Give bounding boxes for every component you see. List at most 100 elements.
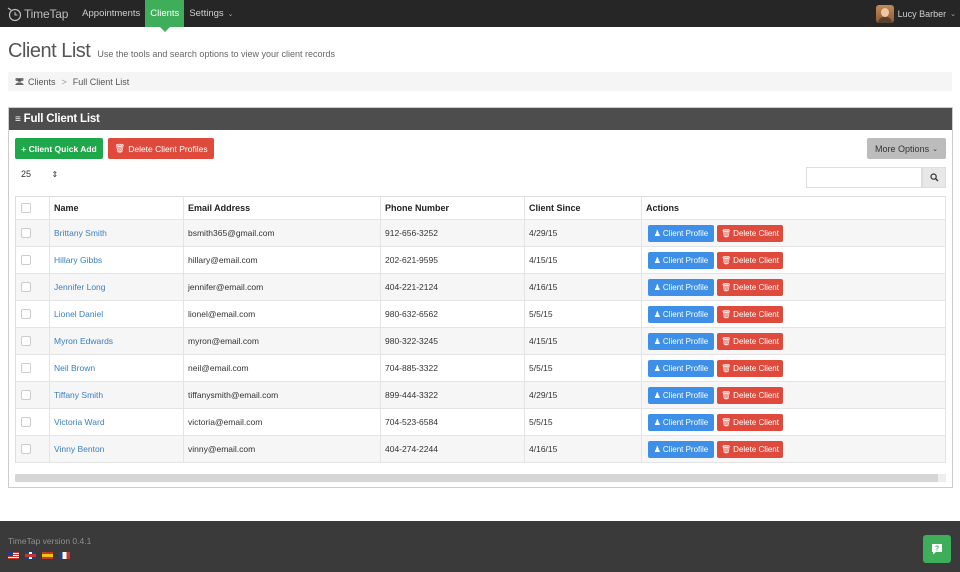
- client-name-link[interactable]: Jennifer Long: [54, 282, 106, 292]
- user-menu[interactable]: Lucy Barber ⌄: [875, 0, 956, 27]
- delete-client-button[interactable]: 🗑︎ Delete Client: [717, 251, 783, 269]
- trash-icon: 🗑︎: [114, 143, 126, 153]
- cell-actions: ♟︎ Client Profile 🗑︎ Delete Client: [641, 219, 946, 247]
- table-row: Victoria Ward victoria@email.com 704-523-6…: [15, 408, 946, 436]
- row-checkbox[interactable]: [21, 417, 31, 428]
- client-name-link[interactable]: Myron Edwards: [54, 336, 113, 346]
- delete-client-profiles-button[interactable]: 🗑︎ Delete Client Profiles: [108, 138, 214, 159]
- client-name-link[interactable]: Hillary Gibbs: [54, 255, 102, 265]
- delete-client-label: Delete Client: [733, 228, 779, 238]
- more-options-button[interactable]: More Options ⌄: [867, 138, 946, 159]
- search-input[interactable]: [806, 167, 922, 188]
- row-checkbox[interactable]: [21, 336, 31, 347]
- delete-client-button[interactable]: 🗑︎ Delete Client: [717, 359, 783, 377]
- trash-icon: 🗑︎: [721, 282, 732, 292]
- cell-actions: ♟︎ Client Profile 🗑︎ Delete Client: [641, 408, 946, 436]
- row-select-cell: [15, 273, 50, 301]
- client-profile-label: Client Profile: [662, 390, 709, 400]
- client-quick-add-button[interactable]: + Client Quick Add: [15, 138, 103, 159]
- client-profile-button[interactable]: ♟︎ Client Profile: [648, 305, 714, 323]
- client-profile-label: Client Profile: [662, 444, 709, 454]
- flag-fr-icon[interactable]: [59, 552, 70, 559]
- client-name-link[interactable]: Victoria Ward: [54, 417, 105, 427]
- row-select-cell: [15, 327, 50, 355]
- client-profile-button[interactable]: ♟︎ Client Profile: [648, 278, 714, 296]
- select-all-checkbox[interactable]: [21, 203, 31, 214]
- client-profile-button[interactable]: ♟︎ Client Profile: [648, 413, 714, 431]
- delete-client-button[interactable]: 🗑︎ Delete Client: [717, 305, 783, 323]
- user-icon: ♟︎: [653, 363, 661, 373]
- header-email[interactable]: Email Address: [183, 196, 381, 220]
- cell-email: vinny@email.com: [183, 435, 381, 463]
- avatar: [875, 4, 894, 23]
- breadcrumb-clients[interactable]: Clients: [28, 77, 56, 87]
- cell-phone: 704-885-3322: [380, 354, 525, 382]
- client-profile-button[interactable]: ♟︎ Client Profile: [648, 332, 714, 350]
- client-name-link[interactable]: Lionel Daniel: [54, 309, 103, 319]
- delete-client-label: Delete Client: [733, 390, 779, 400]
- delete-client-button[interactable]: 🗑︎ Delete Client: [717, 386, 783, 404]
- sort-updown-icon: ⇕: [51, 170, 59, 179]
- page-size-select[interactable]: 25 ⇕: [21, 169, 58, 179]
- delete-client-button[interactable]: 🗑︎ Delete Client: [717, 278, 783, 296]
- delete-client-button[interactable]: 🗑︎ Delete Client: [717, 413, 783, 431]
- trash-icon: 🗑︎: [721, 309, 732, 319]
- row-checkbox[interactable]: [21, 363, 31, 374]
- chevron-down-icon: ⌄: [950, 10, 956, 18]
- cell-actions: ♟︎ Client Profile 🗑︎ Delete Client: [641, 435, 946, 463]
- cell-name: Tiffany Smith: [49, 381, 184, 409]
- cell-actions: ♟︎ Client Profile 🗑︎ Delete Client: [641, 381, 946, 409]
- select-all-cell: [15, 196, 50, 220]
- client-name-link[interactable]: Neil Brown: [54, 363, 95, 373]
- client-profile-button[interactable]: ♟︎ Client Profile: [648, 386, 714, 404]
- page-title: Client List Use the tools and search opt…: [8, 40, 335, 63]
- client-profile-label: Client Profile: [662, 363, 709, 373]
- top-navbar: TimeTap Appointments Clients Settings ⌄ …: [0, 0, 960, 32]
- client-profile-button[interactable]: ♟︎ Client Profile: [648, 359, 714, 377]
- help-icon: ?: [932, 544, 942, 555]
- user-icon: ♟︎: [653, 336, 661, 346]
- cell-phone: 980-322-3245: [380, 327, 525, 355]
- brand-logo[interactable]: TimeTap: [6, 6, 68, 22]
- horizontal-scrollbar[interactable]: [15, 474, 946, 482]
- search-button[interactable]: [922, 167, 946, 188]
- header-name[interactable]: Name: [49, 196, 184, 220]
- cell-actions: ♟︎ Client Profile 🗑︎ Delete Client: [641, 354, 946, 382]
- header-phone[interactable]: Phone Number: [380, 196, 525, 220]
- delete-client-button[interactable]: 🗑︎ Delete Client: [717, 332, 783, 350]
- flag-us-icon[interactable]: [8, 552, 19, 559]
- table-row: Vinny Benton vinny@email.com 404-274-2244 4…: [15, 435, 946, 463]
- cell-actions: ♟︎ Client Profile 🗑︎ Delete Client: [641, 327, 946, 355]
- flag-uk-icon[interactable]: [25, 552, 36, 559]
- cell-phone: 704-523-6584: [380, 408, 525, 436]
- client-name-link[interactable]: Tiffany Smith: [54, 390, 103, 400]
- scrollbar-end: [938, 474, 946, 482]
- footer: TimeTap version 0.4.1 ?: [0, 521, 960, 572]
- nav-settings[interactable]: Settings ⌄: [184, 0, 238, 27]
- delete-client-button[interactable]: 🗑︎ Delete Client: [717, 224, 783, 242]
- row-checkbox[interactable]: [21, 390, 31, 401]
- client-profile-button[interactable]: ♟︎ Client Profile: [648, 251, 714, 269]
- client-profile-button[interactable]: ♟︎ Client Profile: [648, 440, 714, 458]
- client-profile-button[interactable]: ♟︎ Client Profile: [648, 224, 714, 242]
- header-since[interactable]: Client Since: [524, 196, 642, 220]
- delete-client-profiles-label: Delete Client Profiles: [128, 143, 208, 154]
- nav-appointments[interactable]: Appointments: [77, 0, 145, 27]
- trash-icon: 🗑︎: [721, 390, 732, 400]
- row-checkbox[interactable]: [21, 309, 31, 320]
- row-checkbox[interactable]: [21, 255, 31, 266]
- row-checkbox[interactable]: [21, 228, 31, 239]
- nav-clients[interactable]: Clients: [145, 0, 185, 32]
- flag-es-icon[interactable]: [42, 552, 53, 559]
- panel-header: ≡ Full Client List: [9, 108, 952, 130]
- client-name-link[interactable]: Vinny Benton: [54, 444, 104, 454]
- cell-phone: 899-444-3322: [380, 381, 525, 409]
- cell-since: 4/16/15: [524, 273, 642, 301]
- help-button[interactable]: ?: [923, 535, 951, 563]
- client-name-link[interactable]: Brittany Smith: [54, 228, 107, 238]
- trash-icon: 🗑︎: [721, 417, 732, 427]
- row-checkbox[interactable]: [21, 444, 31, 455]
- row-checkbox[interactable]: [21, 282, 31, 293]
- delete-client-button[interactable]: 🗑︎ Delete Client: [717, 440, 783, 458]
- cell-since: 4/15/15: [524, 246, 642, 274]
